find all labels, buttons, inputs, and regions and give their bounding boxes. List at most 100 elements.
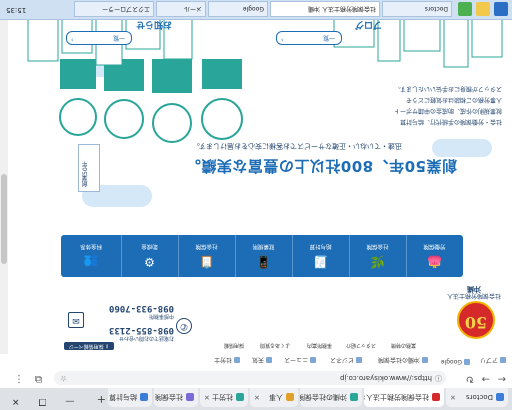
folder-icon[interactable] xyxy=(476,2,490,16)
badge-number: 50 xyxy=(464,313,488,332)
bookmark-item[interactable]: 沖縄の社会保険 xyxy=(378,356,428,365)
close-icon[interactable]: ✕ xyxy=(450,394,456,402)
browser-tab[interactable]: 給与計算 ✕ xyxy=(108,388,152,407)
page-scrollbar[interactable] xyxy=(0,20,8,354)
taskbar-app[interactable]: Doctors xyxy=(382,1,452,17)
window-controls[interactable]: — ❐ ✕ xyxy=(4,396,74,406)
utility-link[interactable]: スタッフ紹介 xyxy=(346,342,376,349)
browser-tab-active[interactable]: 社会保険労務士法人 ✕ xyxy=(364,388,444,407)
service-list-item: 社会・労働保険の手続代行、給与計算 xyxy=(399,118,502,125)
key-icon: ⚷ xyxy=(103,343,109,349)
favicon-icon xyxy=(432,393,440,402)
nav-icon: 🌿 xyxy=(370,255,385,269)
bookmark-item[interactable]: アプリ xyxy=(480,356,506,365)
person-head xyxy=(59,98,97,136)
browser-tab[interactable]: 人事 ✕ xyxy=(250,388,298,407)
nav-icon: 📋 xyxy=(199,255,214,269)
recruit-button[interactable]: ⚷ 採用情報ページ xyxy=(63,342,114,350)
bookmark-item[interactable]: 社労士 xyxy=(214,356,240,365)
phone-label: お電話でのお問い合わせ xyxy=(118,335,174,341)
phone-contact[interactable]: お電話でのお問い合わせ 098-855-2133 xyxy=(109,325,174,342)
nav-item[interactable]: 🧾 給与計算 xyxy=(292,235,349,277)
nav-item[interactable]: 👛 労働保険 xyxy=(406,235,463,277)
taskbar-app[interactable]: Google xyxy=(208,1,268,17)
section-title-blog: ブログ xyxy=(354,20,382,29)
browser-icon[interactable] xyxy=(458,2,472,16)
close-icon[interactable]: ✕ xyxy=(254,394,260,402)
close-icon[interactable]: ✕ xyxy=(154,394,155,402)
taskbar-app[interactable]: メール xyxy=(156,1,206,17)
bookmark-item[interactable]: ビジネス xyxy=(330,356,362,365)
service-list-item: 人事労務のご相談はお気軽にどうぞ xyxy=(405,96,502,103)
tab-label: Doctors xyxy=(465,393,493,402)
close-icon[interactable]: ✕ xyxy=(364,394,366,402)
bookmarks-bar: アプリ Google 沖縄の社会保険 ビジネス ニュース 天気 社労士 xyxy=(0,353,512,368)
browser-tab[interactable]: Doctors ✕ xyxy=(446,388,508,407)
close-icon[interactable]: ✕ xyxy=(204,394,210,402)
bookmark-item[interactable]: Google xyxy=(441,358,470,365)
fax-contact[interactable]: 中部事務所 098-933-7060 xyxy=(109,303,174,320)
close-icon[interactable]: ✕ xyxy=(108,394,109,402)
bookmark-icon xyxy=(356,357,362,363)
scrollbar-thumb[interactable] xyxy=(1,174,7,264)
tab-label: 人事 xyxy=(269,393,283,402)
person-head xyxy=(152,103,192,143)
nav-label: 料金体系 xyxy=(80,243,103,249)
nav-icon: 👛 xyxy=(427,255,442,269)
phone-number[interactable]: 098-855-2133 xyxy=(109,325,174,335)
utility-link[interactable]: 事務所案内 xyxy=(307,342,332,349)
building-shape xyxy=(471,20,503,58)
cloud-shape xyxy=(432,139,492,157)
nav-label: 社会保険 xyxy=(366,243,389,249)
person-head xyxy=(104,99,144,139)
bookmark-icon xyxy=(234,357,240,363)
bookmark-star-icon[interactable]: ☆ xyxy=(60,371,67,385)
favicon-icon xyxy=(236,393,244,402)
bookmark-icon xyxy=(266,357,272,363)
utility-link[interactable]: 採用情報 xyxy=(224,342,244,349)
nav-item[interactable]: ⚙ 助成金 xyxy=(121,235,178,277)
url-field[interactable]: ⓘ https://www.okisyaro.co.jp ☆ xyxy=(54,371,446,385)
utility-link[interactable]: よくある質問 xyxy=(260,342,290,349)
favicon-icon xyxy=(140,393,148,402)
nav-item[interactable]: 📋 社会保険 xyxy=(178,235,235,277)
nav-icon: 👥 xyxy=(83,255,99,269)
taskbar-app-active[interactable]: 社会保険労務士法人 沖縄 xyxy=(270,1,380,17)
bookmark-icon xyxy=(422,357,428,363)
nav-item[interactable]: 👥 料金体系 xyxy=(61,235,121,277)
nav-item[interactable]: 📱 就業規則 xyxy=(235,235,292,277)
bookmark-item[interactable]: ニュース xyxy=(284,356,316,365)
bookmark-item[interactable]: 天気 xyxy=(252,356,272,365)
mail-icon[interactable]: ✉ xyxy=(68,312,84,328)
browser-tab[interactable]: 社会保険 ✕ xyxy=(154,388,198,407)
site-logo[interactable]: 50 社会保険労務士法人 沖縄 xyxy=(447,285,503,339)
fax-number[interactable]: 098-933-7060 xyxy=(109,303,174,313)
system-clock: 15:35 xyxy=(6,6,27,14)
favicon-icon xyxy=(350,393,358,402)
taskbar-app[interactable]: エクスプローラー xyxy=(74,1,154,17)
start-icon[interactable] xyxy=(494,2,508,16)
extensions-icon[interactable]: ⧉ xyxy=(35,373,42,384)
hero-section: 創業50年、800社以上の豊富な実績。 迅速・ていねい・正確なサービスでお客様に… xyxy=(8,20,512,227)
utility-link[interactable]: 業務の特徴 xyxy=(391,342,416,349)
nav-label: 就業規則 xyxy=(252,243,275,249)
hero-title: 創業50年、800社以上の豊富な実績。 xyxy=(185,157,457,175)
ribbon-text: 創業50年 xyxy=(82,161,89,187)
forward-icon[interactable]: → xyxy=(482,373,490,384)
person-head xyxy=(201,98,243,140)
browser-tab[interactable]: 沖縄の社会保険… ✕ xyxy=(300,388,362,407)
menu-icon[interactable]: ⋮ xyxy=(14,373,24,384)
news-more-button[interactable]: 一覧 › xyxy=(66,31,132,45)
nav-item[interactable]: 🌿 社会保険 xyxy=(349,235,406,277)
browser-tab[interactable]: 社労士 ✕ xyxy=(200,388,248,407)
utility-links: 業務の特徴 スタッフ紹介 事務所案内 よくある質問 採用情報 ⚷ 採用情報ページ xyxy=(8,342,512,352)
reload-icon[interactable]: ↻ xyxy=(466,373,474,384)
back-icon[interactable]: ← xyxy=(498,373,506,384)
building-shape xyxy=(403,20,441,52)
nav-label: 助成金 xyxy=(141,243,158,249)
blog-more-button[interactable]: 一覧 › xyxy=(276,31,342,45)
new-tab-button[interactable]: + xyxy=(97,393,106,406)
nav-icon: 🧾 xyxy=(313,255,328,269)
info-icon[interactable]: ⓘ xyxy=(435,371,442,385)
service-list-item: 就業規則の作成、助成金の申請サポート xyxy=(393,107,502,114)
